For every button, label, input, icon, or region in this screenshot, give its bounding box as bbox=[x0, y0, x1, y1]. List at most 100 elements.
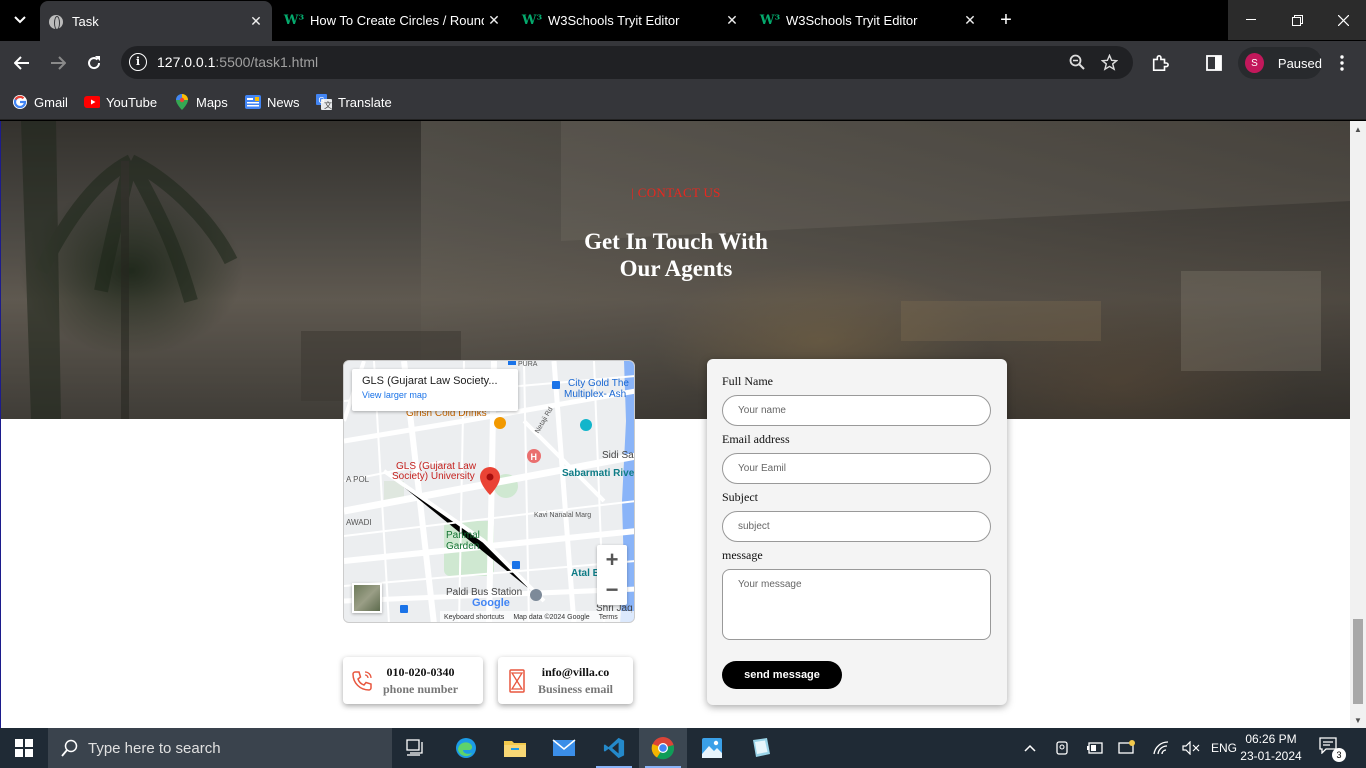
windows-taskbar: Type here to search ENG 06:26 PM 23-01-2… bbox=[0, 728, 1366, 768]
translate-icon: G文 bbox=[316, 94, 332, 110]
reload-button[interactable] bbox=[80, 49, 108, 77]
send-message-button[interactable]: send message bbox=[722, 661, 842, 689]
notification-center-button[interactable]: 3 bbox=[1318, 736, 1348, 762]
svg-text:文: 文 bbox=[324, 100, 332, 110]
close-icon[interactable]: ✕ bbox=[960, 12, 980, 29]
bookmark-label: News bbox=[267, 94, 300, 110]
tab-tryit-1[interactable]: W³ W3Schools Tryit Editor ✕ bbox=[516, 0, 748, 41]
keyboard-shortcuts-link[interactable]: Keyboard shortcuts bbox=[444, 614, 504, 621]
taskbar-search[interactable]: Type here to search bbox=[48, 728, 392, 768]
forward-button[interactable] bbox=[44, 49, 72, 77]
map-label: AWADI bbox=[346, 518, 372, 527]
map-label: Sabarmati Rive bbox=[562, 468, 635, 479]
windows-logo-icon bbox=[15, 739, 33, 757]
bookmark-maps[interactable]: Maps bbox=[174, 92, 228, 112]
tab-strip: Task ✕ W³ How To Create Circles / Round … bbox=[0, 0, 1366, 42]
taskbar-mail[interactable] bbox=[540, 728, 588, 768]
tab-task[interactable]: Task ✕ bbox=[40, 1, 272, 42]
back-button[interactable] bbox=[8, 49, 36, 77]
bookmark-gmail[interactable]: Gmail bbox=[12, 92, 68, 112]
site-info-icon[interactable]: i bbox=[129, 53, 147, 71]
notification-count-badge: 3 bbox=[1332, 748, 1346, 762]
battery-icon[interactable] bbox=[1084, 728, 1106, 768]
email-caption: Business email bbox=[538, 681, 614, 696]
message-label: message bbox=[722, 548, 763, 562]
restore-button[interactable] bbox=[1274, 0, 1320, 40]
map-label: PURA bbox=[518, 361, 538, 368]
w3schools-icon: W³ bbox=[521, 13, 543, 28]
taskbar-edge[interactable] bbox=[442, 728, 490, 768]
close-icon[interactable]: ✕ bbox=[246, 13, 266, 30]
minimize-button[interactable] bbox=[1228, 0, 1274, 40]
tab-circles[interactable]: W³ How To Create Circles / Round D ✕ bbox=[278, 0, 510, 41]
email-input[interactable]: Your Eamil bbox=[722, 453, 991, 484]
tab-tryit-2[interactable]: W³ W3Schools Tryit Editor ✕ bbox=[754, 0, 986, 41]
tab-title: W3Schools Tryit Editor bbox=[786, 13, 918, 28]
url-text[interactable]: 127.0.0.1:5500/task1.html bbox=[157, 54, 318, 70]
zoom-icon[interactable] bbox=[1067, 52, 1087, 72]
zoom-out-button[interactable]: − bbox=[597, 575, 627, 605]
page-viewport: | CONTACT US Get In Touch With Our Agent… bbox=[0, 121, 1350, 728]
map-label: Parimal bbox=[446, 530, 480, 541]
close-icon[interactable]: ✕ bbox=[484, 12, 504, 29]
subject-input[interactable]: subject bbox=[722, 511, 991, 542]
minimize-icon bbox=[1246, 19, 1256, 20]
network-alert-icon[interactable] bbox=[1116, 728, 1138, 768]
tab-search-button[interactable] bbox=[6, 6, 34, 34]
full-name-input[interactable]: Your name bbox=[722, 395, 991, 426]
bookmarks-bar: Gmail YouTube Maps News G文 Translate bbox=[0, 84, 1366, 120]
news-icon bbox=[245, 94, 261, 110]
hourglass-icon bbox=[504, 668, 530, 694]
w3schools-icon: W³ bbox=[283, 13, 305, 28]
bookmark-news[interactable]: News bbox=[245, 92, 300, 112]
extensions-icon[interactable] bbox=[1148, 51, 1172, 75]
new-tab-button[interactable]: + bbox=[994, 8, 1018, 32]
email-address[interactable]: info@villa.co bbox=[538, 665, 613, 680]
svg-text:H: H bbox=[531, 452, 538, 462]
start-button[interactable] bbox=[0, 728, 48, 768]
taskbar-chrome[interactable] bbox=[639, 728, 687, 768]
bookmark-label: Translate bbox=[338, 94, 392, 110]
satellite-toggle-button[interactable] bbox=[352, 583, 382, 613]
w3schools-icon: W³ bbox=[759, 13, 781, 28]
scroll-up-arrow-icon[interactable]: ▲ bbox=[1350, 121, 1366, 137]
map-label: Society) University bbox=[392, 471, 475, 482]
google-map-embed[interactable]: H City Gold The Multiplex- Ash Girish Co… bbox=[343, 360, 635, 623]
bookmark-youtube[interactable]: YouTube bbox=[84, 92, 157, 112]
side-panel-icon[interactable] bbox=[1202, 51, 1226, 75]
scroll-down-arrow-icon[interactable]: ▼ bbox=[1350, 712, 1366, 728]
meet-now-icon[interactable] bbox=[1052, 728, 1074, 768]
terms-link[interactable]: Terms bbox=[599, 614, 618, 621]
title-line: Our Agents bbox=[619, 256, 733, 281]
phone-text: 010-020-0340 phone number bbox=[383, 665, 458, 697]
task-view-button[interactable] bbox=[392, 728, 440, 768]
subject-label: Subject bbox=[722, 490, 758, 504]
language-indicator[interactable]: ENG bbox=[1208, 728, 1240, 768]
show-hidden-icons-button[interactable] bbox=[1018, 728, 1042, 768]
taskbar-file-explorer[interactable] bbox=[491, 728, 539, 768]
bookmark-star-icon[interactable] bbox=[1099, 52, 1119, 72]
bookmark-translate[interactable]: G文 Translate bbox=[316, 92, 392, 112]
close-window-button[interactable] bbox=[1320, 0, 1366, 40]
taskbar-vscode[interactable] bbox=[590, 728, 638, 768]
browser-menu-button[interactable] bbox=[1330, 51, 1354, 75]
page-scrollbar[interactable]: ▲ ▼ bbox=[1350, 121, 1366, 728]
maps-icon bbox=[174, 94, 190, 110]
zoom-in-button[interactable]: + bbox=[597, 545, 627, 575]
close-icon[interactable]: ✕ bbox=[722, 12, 742, 29]
address-bar[interactable]: i 127.0.0.1:5500/task1.html bbox=[121, 46, 1133, 79]
title-line: Get In Touch With bbox=[584, 229, 768, 254]
phone-number[interactable]: 010-020-0340 bbox=[383, 665, 458, 680]
system-clock[interactable]: 06:26 PM 23-01-2024 bbox=[1238, 731, 1304, 765]
profile-button[interactable]: S Paused bbox=[1238, 47, 1322, 79]
browser-toolbar: i 127.0.0.1:5500/task1.html S Paused bbox=[0, 41, 1366, 84]
wifi-icon[interactable] bbox=[1150, 728, 1172, 768]
map-label: Kavi Nanalal Marg bbox=[534, 512, 592, 519]
taskbar-paint[interactable] bbox=[688, 728, 736, 768]
tab-title: How To Create Circles / Round D bbox=[310, 13, 484, 28]
view-larger-map-link[interactable]: View larger map bbox=[362, 390, 508, 400]
message-textarea[interactable]: Your message bbox=[722, 569, 991, 640]
scrollbar-thumb[interactable] bbox=[1353, 619, 1363, 704]
volume-muted-icon[interactable] bbox=[1180, 728, 1202, 768]
taskbar-app[interactable] bbox=[737, 728, 785, 768]
